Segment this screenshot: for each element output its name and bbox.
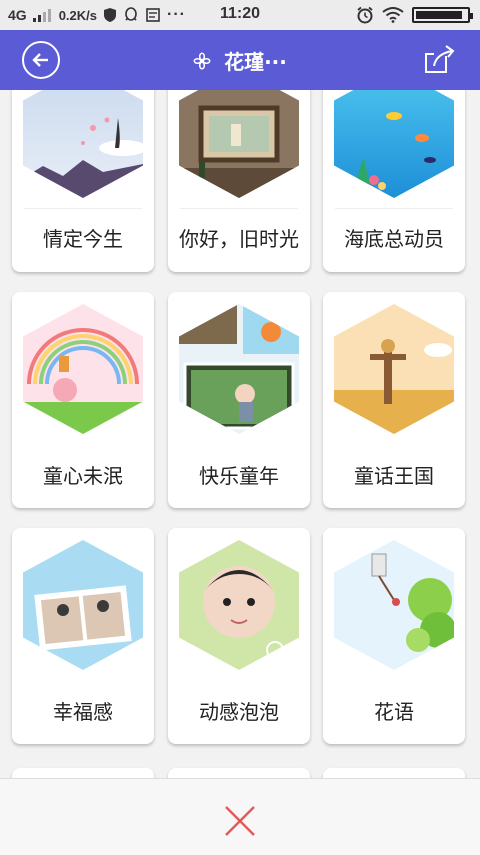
bubbles-image (179, 540, 299, 670)
template-card[interactable]: 你好，旧时光 (168, 90, 310, 272)
battery-level (416, 11, 462, 19)
flower-icon (193, 52, 211, 69)
template-card[interactable]: 海底总动员 (323, 90, 465, 272)
flowers-image (334, 540, 454, 670)
template-thumbnail (23, 540, 143, 670)
share-icon (425, 45, 455, 73)
template-label: 童话王国 (354, 464, 434, 488)
template-label: 花语 (374, 700, 414, 724)
template-label: 海底总动员 (344, 227, 444, 251)
template-card[interactable]: 快乐童年 (168, 292, 310, 508)
template-thumbnail (23, 304, 143, 434)
template-label: 童心未泯 (43, 464, 123, 488)
template-card[interactable] (323, 768, 465, 778)
bottom-bar (0, 778, 480, 855)
alarm-icon (357, 6, 373, 24)
divider (24, 208, 142, 209)
template-label: 快乐童年 (199, 464, 279, 488)
template-card[interactable]: 花语 (323, 528, 465, 744)
template-thumbnail (334, 90, 454, 198)
template-label: 情定今生 (43, 227, 123, 251)
template-card[interactable]: 动感泡泡 (168, 528, 310, 744)
template-thumbnail (23, 90, 143, 198)
template-thumbnail (179, 304, 299, 434)
share-button[interactable] (422, 42, 458, 78)
close-icon (225, 806, 255, 836)
divider (180, 208, 298, 209)
wifi-icon (382, 7, 404, 23)
divider (335, 208, 453, 209)
romance-image (23, 90, 143, 198)
template-label: 动感泡泡 (199, 700, 279, 724)
ocean-image (334, 90, 454, 198)
close-button[interactable] (220, 801, 260, 841)
template-card[interactable]: 情定今生 (12, 90, 154, 272)
template-card[interactable]: 童话王国 (323, 292, 465, 508)
template-grid: 情定今生 你好，旧时光 海底总动员 童心未泯 快乐童年 童话王国 幸福感 动感泡… (0, 90, 480, 778)
template-thumbnail (179, 540, 299, 670)
title-text: 花瑾··· (224, 50, 287, 74)
template-thumbnail (179, 90, 299, 198)
template-card[interactable] (168, 768, 310, 778)
header: 花瑾··· (0, 30, 480, 90)
rainbow-image (23, 304, 143, 434)
happiness-image (23, 540, 143, 670)
battery-icon (412, 7, 473, 23)
childhood-image (179, 304, 299, 434)
template-thumbnail (334, 304, 454, 434)
page-title: 花瑾··· (0, 46, 480, 75)
template-label: 幸福感 (53, 700, 113, 724)
template-card[interactable]: 童心未泯 (12, 292, 154, 508)
fairytale-image (334, 304, 454, 434)
template-card[interactable]: 幸福感 (12, 528, 154, 744)
status-bar: 4G 0.2K/s ··· 11:20 (0, 0, 480, 30)
template-thumbnail (334, 540, 454, 670)
vintage-image (179, 90, 299, 198)
template-card[interactable] (12, 768, 154, 778)
template-label: 你好，旧时光 (179, 227, 299, 251)
status-right (356, 6, 473, 24)
